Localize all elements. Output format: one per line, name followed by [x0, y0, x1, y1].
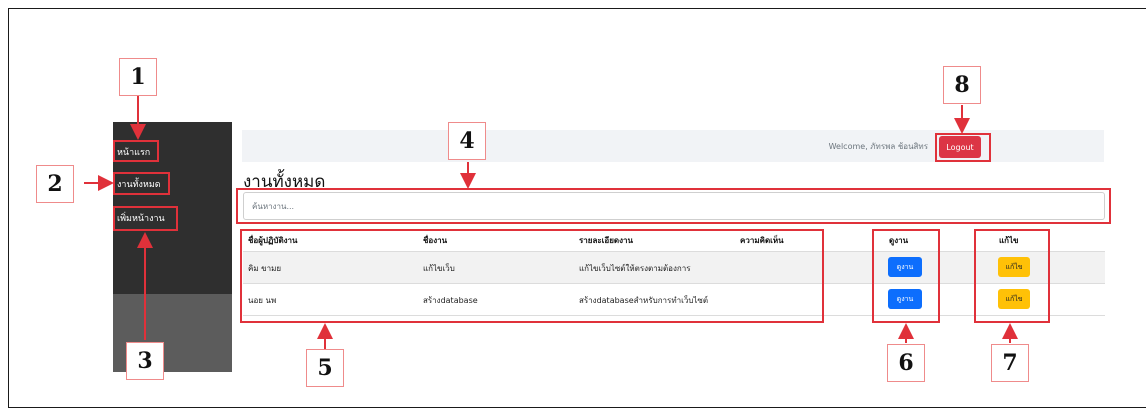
callout-4: 4: [448, 122, 486, 160]
annotation-arrows: [84, 96, 1018, 350]
callout-3: 3: [126, 342, 164, 380]
callout-7: 7: [991, 344, 1029, 382]
callout-5: 5: [306, 349, 344, 387]
callout-8: 8: [943, 66, 981, 104]
callout-1: 1: [119, 58, 157, 96]
callout-2: 2: [36, 165, 74, 203]
callout-6: 6: [887, 344, 925, 382]
